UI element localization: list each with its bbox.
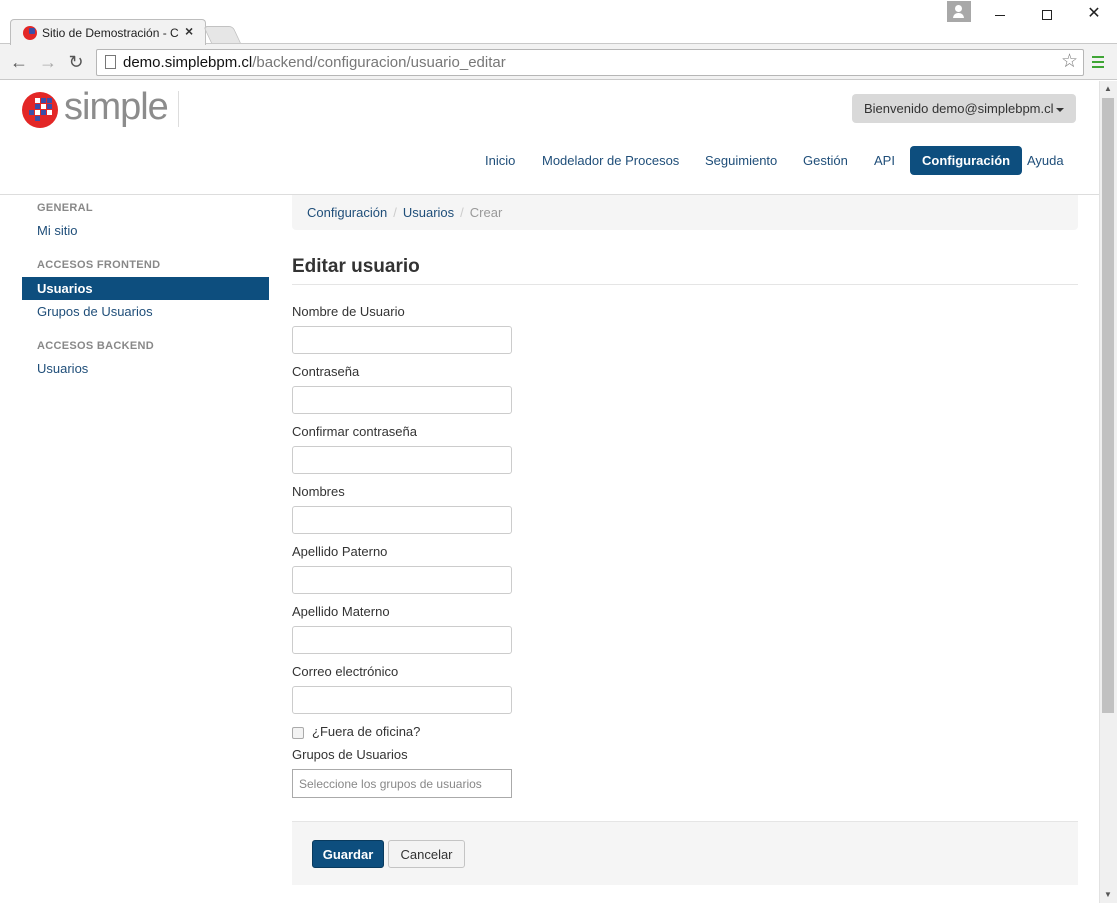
sidebar-heading-backend: ACCESOS BACKEND bbox=[37, 340, 154, 352]
breadcrumb-separator: / bbox=[393, 205, 397, 220]
browser-menu-icon[interactable] bbox=[1092, 56, 1104, 68]
bookmark-star-icon[interactable]: ☆ bbox=[1061, 52, 1078, 72]
email-input[interactable] bbox=[292, 686, 512, 714]
url-host: demo.simplebpm.cl bbox=[123, 54, 253, 71]
logo-mark-icon bbox=[22, 92, 58, 128]
tab-close-icon[interactable]: × bbox=[185, 23, 193, 39]
main-nav: Inicio Modelador de Procesos Seguimiento… bbox=[0, 146, 1099, 175]
page-icon bbox=[105, 55, 116, 69]
minimize-button[interactable] bbox=[985, 4, 1015, 24]
paternal-surname-input[interactable] bbox=[292, 566, 512, 594]
save-button[interactable]: Guardar bbox=[312, 840, 384, 868]
user-groups-select[interactable]: Seleccione los grupos de usuarios bbox=[292, 769, 512, 798]
maternal-surname-label: Apellido Materno bbox=[292, 604, 390, 619]
first-names-label: Nombres bbox=[292, 484, 345, 499]
sidebar-item-usuarios-backend[interactable]: Usuarios bbox=[22, 357, 269, 380]
minimize-icon bbox=[995, 14, 1005, 16]
page-viewport: simple Bienvenido demo@simplebpm.cl Inic… bbox=[0, 81, 1099, 903]
new-tab-button[interactable] bbox=[203, 26, 241, 43]
logo-text: simple bbox=[64, 86, 169, 128]
maternal-surname-input[interactable] bbox=[292, 626, 512, 654]
confirm-password-label: Confirmar contraseña bbox=[292, 424, 417, 439]
password-label: Contraseña bbox=[292, 364, 360, 379]
tab-strip: Sitio de Demostración - C × ✕ bbox=[0, 0, 1117, 45]
breadcrumb-separator: / bbox=[460, 205, 464, 220]
password-input[interactable] bbox=[292, 386, 512, 414]
breadcrumb-configuracion[interactable]: Configuración bbox=[307, 205, 387, 220]
sidebar-item-mi-sitio[interactable]: Mi sitio bbox=[22, 219, 269, 242]
user-menu-button[interactable]: Bienvenido demo@simplebpm.cl bbox=[852, 94, 1076, 123]
scrollbar-thumb[interactable] bbox=[1102, 98, 1114, 713]
username-input[interactable] bbox=[292, 326, 512, 354]
browser-chrome: Sitio de Demostración - C × ✕ ← → ↻ demo… bbox=[0, 0, 1117, 80]
sidebar-item-grupos-usuarios[interactable]: Grupos de Usuarios bbox=[22, 300, 269, 323]
url-path: /backend/configuracion/usuario_editar bbox=[252, 54, 506, 71]
breadcrumb-usuarios[interactable]: Usuarios bbox=[403, 205, 454, 220]
nav-seguimiento[interactable]: Seguimiento bbox=[705, 146, 777, 175]
first-names-input[interactable] bbox=[292, 506, 512, 534]
email-label: Correo electrónico bbox=[292, 664, 399, 679]
logo-divider bbox=[178, 91, 179, 127]
sidebar-heading-general: GENERAL bbox=[37, 202, 93, 214]
address-bar[interactable]: demo.simplebpm.cl/backend/configuracion/… bbox=[96, 49, 1084, 76]
page-title: Editar usuario bbox=[292, 256, 420, 277]
url-text: demo.simplebpm.cl/backend/configuracion/… bbox=[123, 54, 506, 71]
browser-tab[interactable]: Sitio de Demostración - C × bbox=[10, 19, 206, 45]
back-button[interactable]: ← bbox=[9, 52, 29, 72]
nav-api[interactable]: API bbox=[874, 146, 895, 175]
cancel-button[interactable]: Cancelar bbox=[388, 840, 465, 868]
username-label: Nombre de Usuario bbox=[292, 304, 405, 319]
profile-icon[interactable] bbox=[947, 1, 971, 22]
paternal-surname-label: Apellido Paterno bbox=[292, 544, 388, 559]
nav-modelador[interactable]: Modelador de Procesos bbox=[542, 146, 679, 175]
breadcrumb: Configuración / Usuarios / Crear bbox=[292, 195, 1078, 230]
favicon-icon bbox=[23, 26, 37, 40]
title-divider bbox=[292, 284, 1078, 285]
confirm-password-input[interactable] bbox=[292, 446, 512, 474]
nav-inicio[interactable]: Inicio bbox=[485, 146, 515, 175]
caret-down-icon bbox=[1055, 107, 1064, 112]
nav-configuracion[interactable]: Configuración bbox=[910, 146, 1023, 175]
maximize-button[interactable] bbox=[1032, 4, 1062, 24]
logo[interactable]: simple bbox=[22, 86, 182, 131]
out-of-office-checkbox[interactable] bbox=[292, 727, 304, 739]
vertical-scrollbar[interactable]: ▲ ▼ bbox=[1099, 81, 1117, 903]
reload-button[interactable]: ↻ bbox=[66, 52, 86, 72]
user-groups-label: Grupos de Usuarios bbox=[292, 747, 408, 762]
form-actions: Guardar Cancelar bbox=[292, 821, 1078, 885]
window-close-button[interactable]: ✕ bbox=[1079, 4, 1109, 24]
tab-title: Sitio de Demostración - C bbox=[42, 26, 179, 40]
nav-gestion[interactable]: Gestión bbox=[803, 146, 848, 175]
breadcrumb-current: Crear bbox=[469, 205, 503, 220]
maximize-icon bbox=[1042, 10, 1052, 21]
out-of-office-label[interactable]: ¿Fuera de oficina? bbox=[312, 724, 420, 739]
scroll-up-icon[interactable]: ▲ bbox=[1104, 84, 1112, 93]
scroll-down-icon[interactable]: ▼ bbox=[1104, 890, 1112, 899]
nav-ayuda[interactable]: Ayuda bbox=[1027, 146, 1064, 175]
sidebar-item-usuarios-frontend[interactable]: Usuarios bbox=[22, 277, 269, 300]
sidebar-heading-frontend: ACCESOS FRONTEND bbox=[37, 259, 161, 271]
forward-button[interactable]: → bbox=[38, 52, 58, 72]
user-menu-label: Bienvenido demo@simplebpm.cl bbox=[864, 101, 1054, 116]
